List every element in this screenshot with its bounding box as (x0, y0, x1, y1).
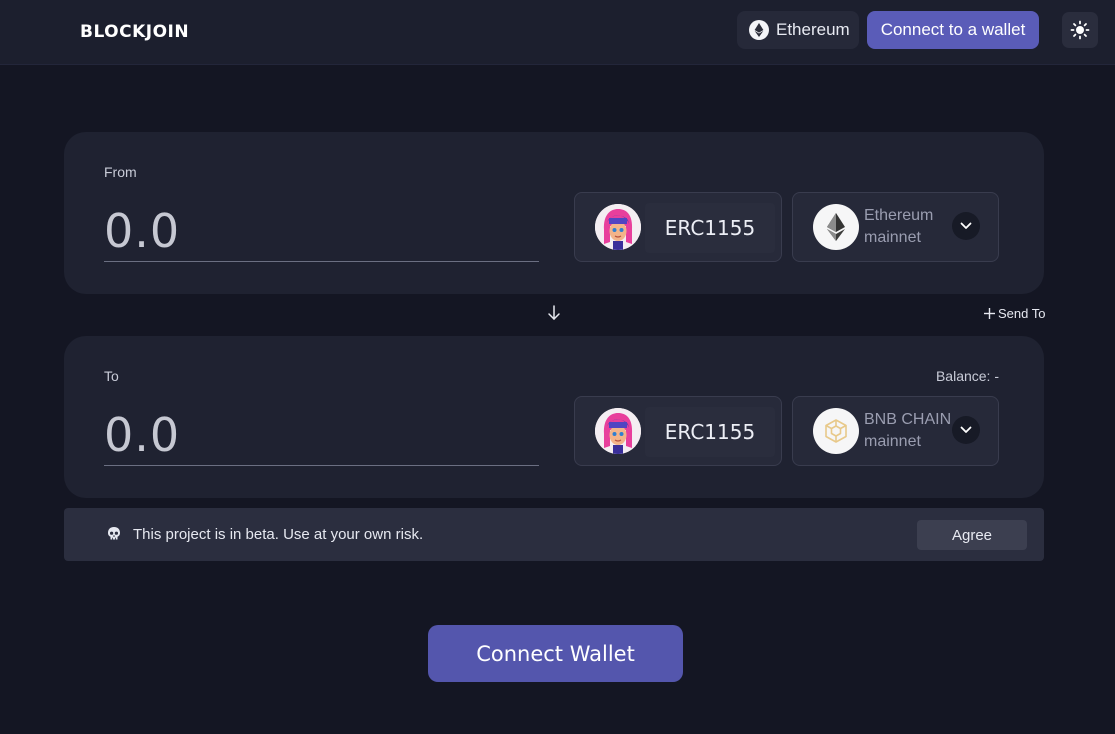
arrow-down-icon[interactable] (546, 304, 562, 322)
from-chain-name: Ethereum mainnet (864, 207, 934, 246)
agree-button[interactable]: Agree (917, 520, 1027, 550)
ethereum-icon (813, 204, 859, 250)
connect-wallet-button[interactable]: Connect Wallet (428, 625, 683, 682)
chevron-down-icon[interactable] (952, 212, 980, 240)
to-chain-name: BNB CHAIN mainnet (864, 411, 952, 450)
from-token-selector[interactable]: ERC1155 (574, 192, 782, 262)
to-label: To (104, 368, 119, 384)
from-amount-input[interactable] (104, 200, 539, 262)
to-amount-input[interactable] (104, 404, 539, 466)
blockjoin-logo[interactable]: BLOCKJOIN (80, 22, 189, 42)
theme-toggle-button[interactable] (1062, 12, 1098, 48)
beta-warning-text: This project is in beta. Use at your own… (133, 526, 424, 543)
chevron-down-icon[interactable] (952, 416, 980, 444)
from-token-name: ERC1155 (645, 203, 775, 253)
network-selector-button[interactable]: Ethereum (737, 11, 859, 49)
ethereum-icon (749, 20, 769, 40)
to-token-name: ERC1155 (645, 407, 775, 457)
send-to-button[interactable]: Send To (983, 306, 1045, 321)
nft-avatar-icon (595, 408, 641, 454)
nft-avatar-icon (595, 204, 641, 250)
sun-icon (1070, 20, 1090, 40)
network-label: Ethereum (776, 20, 850, 39)
to-chain-selector[interactable]: BNB CHAIN mainnet (792, 396, 999, 466)
to-card: To Balance: - ERC1155 (64, 336, 1044, 498)
connect-to-wallet-button[interactable]: Connect to a wallet (867, 11, 1039, 49)
beta-warning-banner: This project is in beta. Use at your own… (64, 508, 1044, 561)
to-token-selector[interactable]: ERC1155 (574, 396, 782, 466)
top-nav-bar: BLOCKJOIN Ethereum Connect to a wallet (0, 0, 1115, 65)
from-chain-selector[interactable]: Ethereum mainnet (792, 192, 999, 262)
bnb-chain-icon (813, 408, 859, 454)
plus-icon (984, 308, 995, 319)
send-to-label: Send To (998, 306, 1046, 321)
from-label: From (104, 164, 137, 180)
from-card: From ERC1155 (64, 132, 1044, 294)
balance-text: Balance: - (935, 368, 999, 384)
skull-icon (108, 527, 120, 540)
